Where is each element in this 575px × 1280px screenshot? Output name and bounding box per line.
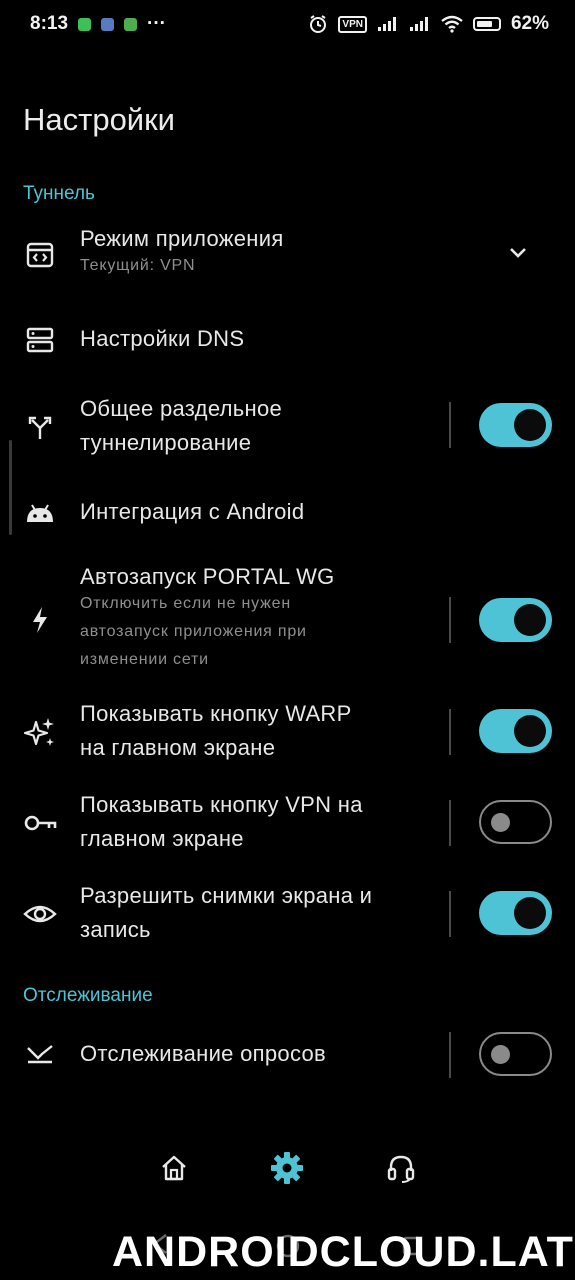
setting-split-tunnel[interactable]: Общее раздельное туннелирование — [0, 392, 575, 462]
app-mode-subtitle: Текущий: VPN — [80, 257, 196, 274]
row-divider — [449, 1032, 451, 1078]
status-bar-left: 8:13 ··· — [30, 13, 166, 35]
signal-icon — [377, 17, 396, 31]
wifi-icon — [441, 15, 463, 33]
setting-warp-button[interactable]: Показывать кнопку WARP на главном экране — [0, 697, 575, 767]
signal-icon-2 — [409, 17, 428, 31]
row-divider — [449, 709, 451, 755]
support-headset-icon[interactable] — [381, 1148, 421, 1188]
setting-app-mode[interactable]: Режим приложения Текущий: VPN — [0, 222, 575, 288]
page-title: Настройки — [23, 102, 176, 137]
status-bar: 8:13 ··· VPN 62% — [0, 0, 575, 48]
alarm-icon — [310, 15, 327, 33]
battery-percent: 62% — [510, 13, 549, 34]
more-notifications-indicator: ··· — [147, 13, 167, 34]
app-notification-icon — [101, 17, 115, 31]
setting-poll-tracking[interactable]: Отслеживание опросов — [0, 1030, 575, 1080]
setting-screenshots[interactable]: Разрешить снимки экрана и запись — [0, 879, 575, 949]
whatsapp-notification-icon — [78, 17, 92, 31]
screenshots-toggle[interactable] — [479, 891, 552, 935]
status-time: 8:13 — [30, 13, 69, 34]
app-notification-icon-2 — [124, 17, 138, 31]
vpn-button-toggle[interactable] — [479, 800, 552, 844]
settings-gear-icon[interactable] — [267, 1148, 307, 1188]
poll-tracking-title: Отслеживание опросов — [80, 1041, 327, 1066]
android-integration-title: Интеграция с Android — [80, 499, 305, 524]
row-divider — [449, 800, 451, 846]
home-icon[interactable] — [154, 1148, 194, 1188]
warp-button-toggle[interactable] — [479, 709, 552, 753]
sparkle-icon — [22, 714, 58, 750]
watermark-text: ANDROIDCLOUD.LAT — [112, 1228, 574, 1276]
autostart-subtitle: Отключить если не нужен автозапуск прило… — [80, 595, 307, 668]
poll-tracking-toggle[interactable] — [479, 1032, 552, 1076]
section-header-tracking: Отслеживание — [23, 985, 153, 1006]
app-mode-icon — [22, 237, 58, 273]
screenshots-title: Разрешить снимки экрана и запись — [80, 883, 373, 942]
dns-title: Настройки DNS — [80, 326, 245, 351]
battery-icon — [472, 17, 501, 31]
android-icon — [22, 495, 58, 531]
vpn-status-icon: VPN — [338, 15, 367, 33]
split-tunnel-toggle[interactable] — [479, 403, 552, 447]
eye-icon — [22, 896, 58, 932]
tracking-icon — [22, 1036, 58, 1072]
setting-android-integration[interactable]: Интеграция с Android — [0, 492, 575, 536]
chevron-down-icon[interactable] — [504, 239, 532, 267]
row-divider — [449, 402, 451, 448]
status-bar-right: VPN 62% — [308, 13, 549, 35]
setting-autostart[interactable]: Автозапуск PORTAL WG Отключить если не н… — [0, 560, 575, 680]
row-divider — [449, 891, 451, 937]
warp-button-title: Показывать кнопку WARP на главном экране — [80, 701, 352, 760]
split-tunnel-title: Общее раздельное туннелирование — [80, 396, 283, 455]
bottom-navigation — [0, 1140, 575, 1200]
app-mode-title: Режим приложения — [80, 226, 284, 251]
row-divider — [449, 597, 451, 643]
setting-vpn-button[interactable]: Показывать кнопку VPN на главном экране — [0, 788, 575, 858]
scroll-indicator — [9, 440, 12, 535]
split-icon — [22, 409, 58, 445]
bolt-icon — [22, 602, 58, 638]
autostart-toggle[interactable] — [479, 598, 552, 642]
autostart-title: Автозапуск PORTAL WG — [80, 564, 335, 589]
section-header-tunnel: Туннель — [23, 183, 95, 204]
dns-icon — [22, 322, 58, 358]
setting-dns[interactable]: Настройки DNS — [0, 318, 575, 362]
key-icon — [22, 805, 58, 841]
vpn-button-title: Показывать кнопку VPN на главном экране — [80, 792, 363, 851]
